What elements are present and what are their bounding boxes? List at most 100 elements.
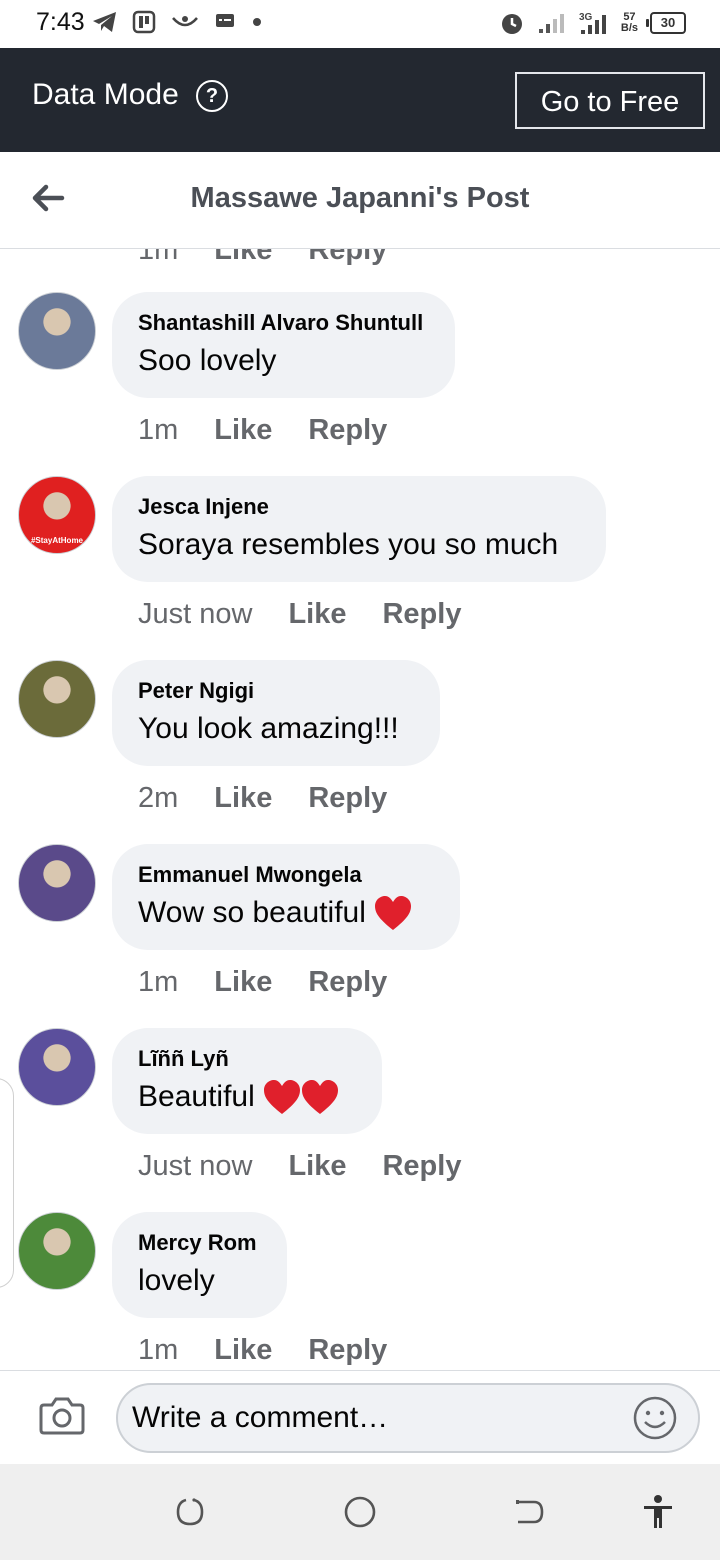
like-button[interactable]: Like (214, 782, 272, 815)
comment-text-line: Soo lovely (138, 341, 429, 381)
data-mode-label: Data Mode (32, 78, 179, 111)
comment-item: #StayAtHome Jesca Injene Soraya resembles … (0, 476, 720, 646)
reply-button[interactable]: Reply (308, 782, 387, 815)
dot-icon (253, 18, 261, 26)
avatar[interactable] (18, 1028, 96, 1106)
comment-text-line: Soraya resembles you so much (138, 525, 580, 565)
comment-item: Lĩññ Lyñ Beautiful Just now Like Reply (0, 1028, 720, 1198)
comment-bubble[interactable]: Peter Ngigi You look amazing!!! (112, 660, 440, 766)
previous-comment-actions: 1m Like Reply (138, 248, 387, 267)
comment-time: Just now (138, 1150, 253, 1182)
like-button[interactable]: Like (214, 414, 272, 447)
accessibility-icon[interactable] (640, 1494, 676, 1530)
comment-text: lovely (138, 1264, 215, 1297)
comment-text-line: Beautiful (138, 1077, 356, 1117)
page-title: Massawe Japanni's Post (190, 182, 530, 214)
comment-text-line: lovely (138, 1261, 261, 1301)
telegram-icon (93, 12, 116, 32)
heart-emoji-icon (375, 896, 412, 931)
comment-item: Emmanuel Mwongela Wow so beautiful 1m Like… (0, 844, 720, 1014)
comment-time: 1m (138, 248, 179, 266)
comment-actions: 1m Like Reply (138, 966, 387, 999)
comment-bubble[interactable]: Jesca Injene Soraya resembles you so much (112, 476, 606, 582)
comments-list[interactable]: 1m Like Reply Shantashill Alvaro Shuntul… (0, 248, 720, 1370)
reply-button[interactable]: Reply (308, 414, 387, 447)
comment-bubble[interactable]: Shantashill Alvaro Shuntull Soo lovely (112, 292, 455, 398)
signal-icon (538, 14, 564, 33)
help-icon[interactable]: ? (196, 80, 228, 112)
comment-actions: Just now Like Reply (138, 1150, 461, 1183)
comment-actions: 1m Like Reply (138, 414, 387, 447)
comment-time: 1m (138, 414, 179, 446)
avatar[interactable]: #StayAtHome (18, 476, 96, 554)
comment-author[interactable]: Lĩññ Lyñ (138, 1045, 356, 1073)
network-speed: 57 B/s (621, 12, 638, 34)
comment-author[interactable]: Shantashill Alvaro Shuntull (138, 309, 429, 337)
comment-author[interactable]: Peter Ngigi (138, 677, 414, 705)
comment-actions: 1m Like Reply (138, 1334, 387, 1367)
comment-bubble[interactable]: Lĩññ Lyñ Beautiful (112, 1028, 382, 1134)
go-to-free-button[interactable]: Go to Free (515, 72, 705, 129)
comment-text-line: Wow so beautiful (138, 893, 434, 933)
home-icon[interactable] (342, 1494, 378, 1530)
back-nav-icon[interactable] (512, 1494, 548, 1530)
heart-emoji-icon (302, 1080, 339, 1115)
comment-item: Shantashill Alvaro Shuntull Soo lovely 1m L… (0, 292, 720, 462)
message-icon (216, 14, 234, 27)
reply-button[interactable]: Reply (382, 1150, 461, 1183)
safaricom-icon (172, 16, 198, 27)
comment-time: Just now (138, 598, 253, 630)
comment-time: 1m (138, 966, 179, 998)
reply-button[interactable]: Reply (308, 1334, 387, 1367)
battery-icon: 30 (646, 12, 686, 34)
avatar-badge: #StayAtHome (30, 536, 83, 545)
comment-author[interactable]: Jesca Injene (138, 493, 580, 521)
comment-bubble[interactable]: Mercy Rom lovely (112, 1212, 287, 1318)
comment-time: 1m (138, 1334, 179, 1366)
status-time: 7:43 (36, 8, 85, 36)
comment-text: You look amazing!!! (138, 712, 399, 745)
reply-button[interactable]: Reply (382, 598, 461, 631)
avatar[interactable] (18, 1212, 96, 1290)
comment-item: Peter Ngigi You look amazing!!! 2m Like Repl… (0, 660, 720, 830)
like-button[interactable]: Like (214, 1334, 272, 1367)
svg-text:3G: 3G (579, 12, 593, 23)
like-button[interactable]: Like (214, 966, 272, 999)
net-speed-unit: B/s (620, 22, 638, 34)
like-button[interactable]: Like (214, 248, 272, 267)
system-icons: 3G 57 B/s 30 (499, 10, 686, 36)
comment-author[interactable]: Emmanuel Mwongela (138, 861, 434, 889)
avatar[interactable] (18, 660, 96, 738)
comment-text-line: You look amazing!!! (138, 709, 414, 749)
edge-panel-handle[interactable] (0, 1078, 14, 1288)
avatar[interactable] (18, 844, 96, 922)
reply-button[interactable]: Reply (308, 248, 387, 267)
comment-composer: Write a comment… (0, 1370, 720, 1465)
signal-3g-icon: 3G (579, 12, 606, 34)
camera-icon[interactable] (38, 1393, 86, 1437)
reply-button[interactable]: Reply (308, 966, 387, 999)
comment-text: Soo lovely (138, 344, 277, 377)
app-icon (132, 10, 156, 34)
alarm-icon (501, 14, 522, 34)
comment-author[interactable]: Mercy Rom (138, 1229, 261, 1257)
like-button[interactable]: Like (288, 1150, 346, 1183)
recents-icon[interactable] (172, 1494, 208, 1530)
avatar[interactable] (18, 292, 96, 370)
comment-text: Soraya resembles you so much (138, 528, 559, 561)
comment-input[interactable]: Write a comment… (116, 1383, 700, 1453)
comment-actions: Just now Like Reply (138, 598, 461, 631)
comment-time: 2m (138, 782, 179, 814)
post-header: Massawe Japanni's Post (0, 152, 720, 249)
heart-emoji-icon (264, 1080, 301, 1115)
comment-actions: 2m Like Reply (138, 782, 387, 815)
comment-text: Wow so beautiful (138, 896, 375, 929)
comment-bubble[interactable]: Emmanuel Mwongela Wow so beautiful (112, 844, 460, 950)
like-button[interactable]: Like (288, 598, 346, 631)
notification-icons (92, 10, 264, 34)
status-bar: 7:43 3G 57 B/s 30 (0, 0, 720, 48)
emoji-icon[interactable] (632, 1395, 678, 1441)
data-mode-bar: Data Mode ? Go to Free (0, 48, 720, 152)
system-nav-bar (0, 1464, 720, 1560)
comment-item: Mercy Rom lovely 1m Like Reply (0, 1212, 720, 1370)
